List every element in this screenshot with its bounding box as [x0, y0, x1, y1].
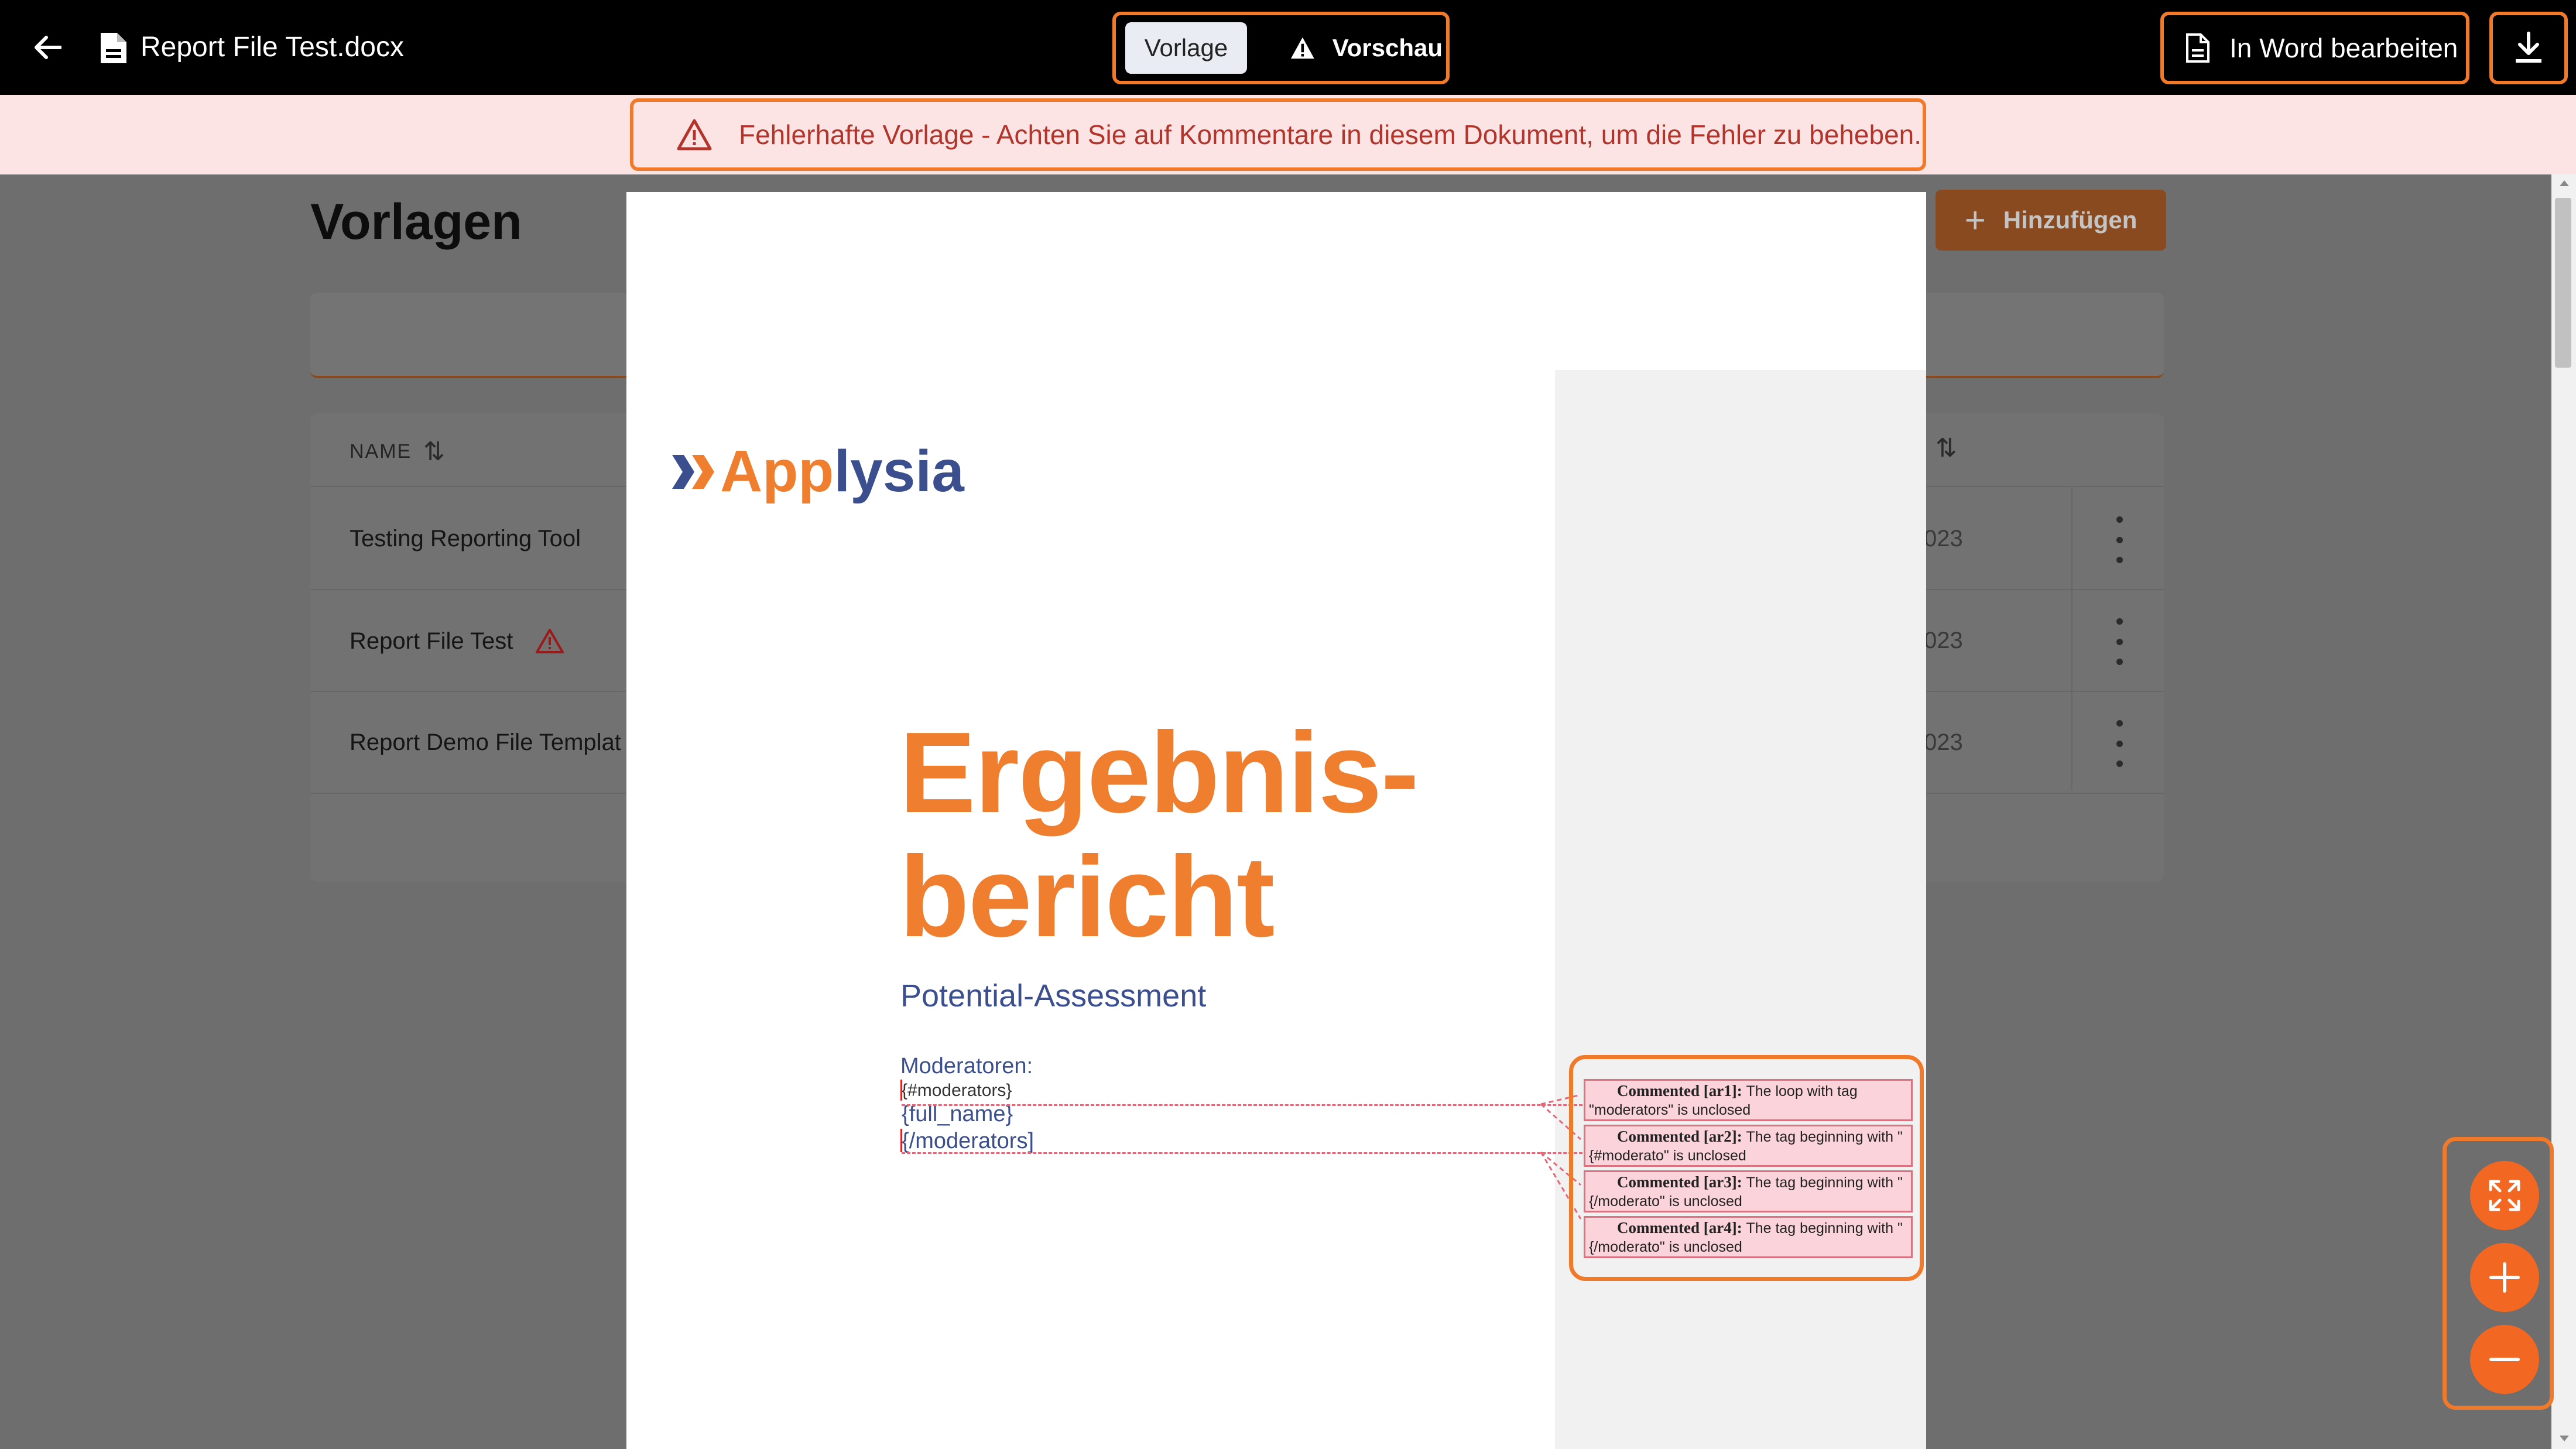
vertical-scrollbar[interactable] — [2551, 174, 2576, 1449]
row-menu-icon[interactable] — [2106, 516, 2132, 563]
top-bar: Report File Test.docx Vorlage Vorschau I… — [0, 0, 2576, 95]
column-header-name[interactable]: NAME ⇅ — [350, 437, 446, 467]
fullscreen-button[interactable] — [2470, 1161, 2539, 1230]
document-icon — [98, 30, 129, 66]
plus-icon: + — [1964, 200, 1986, 241]
back-button[interactable] — [21, 22, 74, 73]
comment-card[interactable]: Commented [ar2]: The tag beginning with … — [1584, 1125, 1913, 1167]
error-banner-message-box: Fehlerhafte Vorlage - Achten Sie auf Kom… — [630, 98, 1926, 171]
divider — [2071, 486, 2073, 790]
comment-connector — [902, 1104, 1598, 1106]
add-button[interactable]: + Hinzufügen — [1936, 190, 2166, 251]
row-menu-icon[interactable] — [2106, 720, 2132, 767]
warning-icon — [1290, 37, 1314, 59]
scrollbar-thumb[interactable] — [2555, 198, 2571, 368]
error-banner: Fehlerhafte Vorlage - Achten Sie auf Kom… — [0, 95, 2576, 174]
zoom-in-icon — [2489, 1262, 2520, 1293]
comment-card[interactable]: Commented [ar4]: The tag beginning with … — [1584, 1216, 1913, 1258]
sort-icon[interactable]: ⇅ — [423, 437, 446, 467]
table-cell-date: 023 — [1924, 526, 1963, 551]
add-button-label: Hinzufügen — [2003, 206, 2137, 234]
table-cell-date: 023 — [1924, 628, 1963, 653]
comment-connector — [902, 1152, 1598, 1154]
template-tag-open: {#moderators} — [902, 1081, 1012, 1100]
document-subtitle: Potential-Assessment — [900, 978, 1207, 1013]
table-row[interactable]: Report File Test — [350, 628, 564, 655]
arrow-left-icon — [35, 36, 61, 59]
scroll-down-arrow-icon[interactable] — [2560, 1436, 2569, 1441]
comment-head: Commented [ar4]: — [1617, 1219, 1742, 1236]
document-page: App lysia Ergebnis- bericht Potential-Ass… — [626, 192, 1926, 1449]
zoom-out-icon — [2489, 1358, 2520, 1361]
row-menu-icon[interactable] — [2106, 618, 2132, 665]
table-cell-date: 023 — [1924, 729, 1963, 755]
comments-highlight-box: Commented [ar1]: The loop with tag "mode… — [1569, 1055, 1924, 1281]
download-button[interactable] — [2489, 12, 2568, 84]
scroll-up-arrow-icon[interactable] — [2560, 180, 2569, 186]
document-title: Report File Test.docx — [141, 32, 404, 63]
zoom-out-button[interactable] — [2470, 1325, 2539, 1394]
comment-anchor-marker — [900, 1129, 902, 1152]
comment-card[interactable]: Commented [ar3]: The tag beginning with … — [1584, 1170, 1913, 1212]
logo-chevron-icon — [672, 454, 714, 489]
warning-icon — [677, 119, 712, 150]
error-banner-text: Fehlerhafte Vorlage - Achten Sie auf Kom… — [739, 119, 1922, 150]
comment-margin — [1555, 370, 1926, 1449]
tab-vorschau[interactable]: Vorschau — [1290, 22, 1443, 74]
template-tag-close: {/moderators] — [902, 1129, 1034, 1153]
comment-head: Commented [ar3]: — [1617, 1173, 1742, 1191]
table-row-name: Report File Test — [350, 628, 513, 654]
table-row[interactable]: Testing Reporting Tool — [350, 526, 581, 552]
table-row[interactable]: Report Demo File Templat — [350, 729, 621, 756]
page-title: Vorlagen — [310, 194, 522, 250]
zoom-in-button[interactable] — [2470, 1243, 2539, 1312]
warning-icon — [536, 629, 564, 653]
view-mode-toggle: Vorlage Vorschau — [1112, 12, 1450, 84]
comment-head: Commented [ar1]: — [1617, 1082, 1742, 1099]
document-heading-line-2: bericht — [899, 833, 1275, 961]
tab-vorschau-label: Vorschau — [1332, 34, 1443, 61]
file-icon — [2186, 33, 2210, 63]
comment-head: Commented [ar2]: — [1617, 1128, 1742, 1145]
zoom-controls — [2443, 1137, 2554, 1410]
tab-vorlage[interactable]: Vorlage — [1125, 22, 1247, 74]
fullscreen-icon — [2489, 1180, 2520, 1211]
logo-text-lysia: lysia — [834, 439, 964, 504]
edit-in-word-button[interactable]: In Word bearbeiten — [2160, 12, 2469, 84]
column-header-name-label: NAME — [350, 440, 412, 463]
comment-anchor-marker — [900, 1080, 902, 1101]
moderators-label: Moderatoren: — [900, 1054, 1033, 1078]
sort-icon[interactable]: ⇅ — [1936, 433, 1957, 463]
applysia-logo: App lysia — [671, 438, 964, 505]
edit-in-word-label: In Word bearbeiten — [2229, 33, 2458, 63]
logo-text-app: App — [720, 439, 834, 504]
download-icon — [2516, 32, 2541, 63]
comment-card[interactable]: Commented [ar1]: The loop with tag "mode… — [1584, 1079, 1913, 1121]
document-heading-line-1: Ergebnis- — [899, 708, 1419, 837]
